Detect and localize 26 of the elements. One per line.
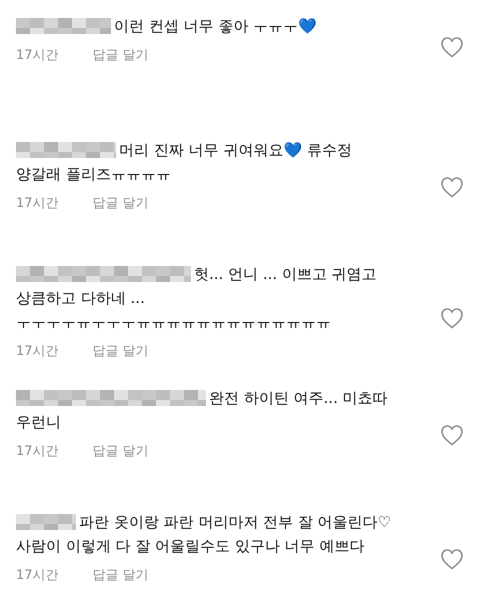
comment-text: 상큼하고 다하네 ... (16, 288, 146, 309)
reply-link[interactable]: 답글 달기 (92, 342, 149, 360)
comment-text: 양갈래 플리즈ㅠㅠㅠㅠ (16, 164, 172, 185)
heart-icon[interactable] (440, 424, 464, 446)
comment-text: ㅜㅜㅜㅜㅠㅜㅜㅜㅠㅠㅠㅠㅠㅠㅠㅠㅠㅠㅠㅠㅠ (16, 312, 332, 333)
comment-time: 17시간 (16, 195, 59, 212)
comment-time: 17시간 (16, 47, 59, 64)
reply-link[interactable]: 답글 달기 (92, 442, 149, 460)
heart-icon[interactable] (440, 176, 464, 198)
comment-time: 17시간 (16, 343, 59, 360)
comment-time: 17시간 (16, 443, 59, 460)
comment-time: 17시간 (16, 567, 59, 584)
comment-text: 머리 진짜 너무 귀여워요💙 류수정 (119, 140, 352, 161)
reply-link[interactable]: 답글 달기 (92, 46, 149, 64)
comment-text: 완전 하이틴 여주... 미쵸따 (209, 388, 388, 409)
comment-text: 우런니 (16, 412, 62, 433)
reply-link[interactable]: 답글 달기 (92, 194, 149, 212)
heart-icon[interactable] (440, 548, 464, 570)
comment-text: 이런 컨셉 너무 좋아 ㅜㅠㅜ💙 (114, 16, 318, 37)
heart-icon[interactable] (440, 307, 464, 329)
comment-text: 사람이 이렇게 다 잘 어울릴수도 있구나 너무 예쁘다 (16, 536, 366, 557)
heart-icon[interactable] (440, 36, 464, 58)
comment-text: 파란 옷이랑 파란 머리마저 전부 잘 어울린다♡ (79, 512, 392, 533)
comment-text: 헛... 언니 ... 이쁘고 귀염고 (194, 264, 377, 285)
blurred-username (16, 514, 76, 530)
reply-link[interactable]: 답글 달기 (92, 566, 149, 584)
